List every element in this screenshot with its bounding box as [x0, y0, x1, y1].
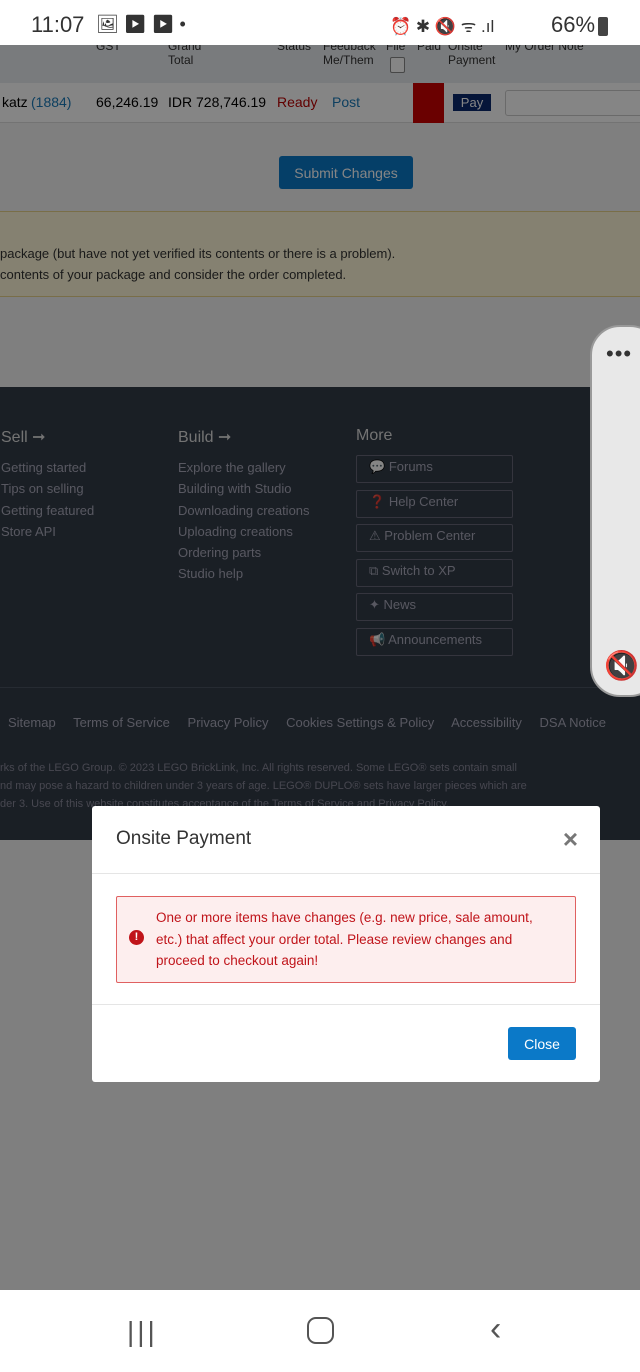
error-icon: ! — [129, 930, 144, 945]
more-dots-icon[interactable]: ••• — [606, 341, 632, 367]
close-icon[interactable]: × — [563, 824, 578, 855]
onsite-payment-modal: Onsite Payment × ! One or more items hav… — [92, 806, 600, 1082]
battery-level: 66% — [551, 12, 596, 37]
battery-icon — [598, 17, 608, 36]
close-button[interactable]: Close — [508, 1027, 576, 1060]
navigation-bar: ||| ‹ — [0, 1290, 640, 1372]
back-icon[interactable]: ‹ — [490, 1310, 501, 1349]
mute-icon[interactable]: 🔇 — [604, 649, 639, 682]
modal-header: Onsite Payment × — [92, 806, 600, 874]
recent-apps-icon[interactable]: ||| — [127, 1316, 158, 1348]
status-bar: 11:07 🖼 ▶ ▶ • ⏰ ✱ 🔇 ᯤ .ıl 66% — [0, 0, 640, 45]
error-message: One or more items have changes (e.g. new… — [156, 910, 533, 968]
floating-side-panel[interactable]: ••• 🔇 — [590, 325, 640, 697]
home-icon[interactable] — [307, 1317, 334, 1344]
error-alert: ! One or more items have changes (e.g. n… — [116, 896, 576, 983]
modal-title: Onsite Payment — [116, 828, 252, 849]
clock: 11:07 — [31, 12, 85, 37]
system-icons: ⏰ ✱ 🔇 ᯤ .ıl — [390, 17, 495, 36]
modal-footer: Close — [92, 1004, 600, 1060]
modal-backdrop[interactable] — [0, 45, 640, 1290]
notification-icons: 🖼 ▶ ▶ • — [96, 14, 186, 34]
